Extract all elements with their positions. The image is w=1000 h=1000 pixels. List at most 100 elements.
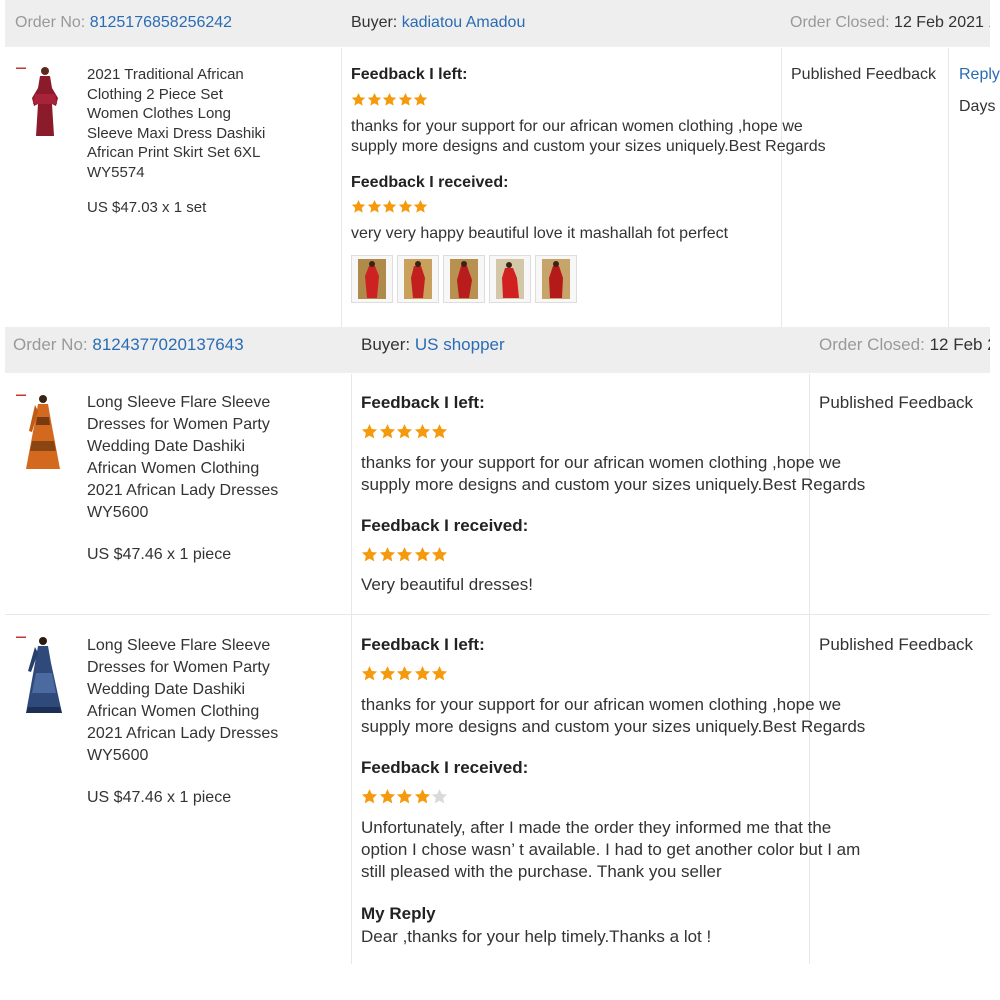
star-icon xyxy=(367,92,381,106)
order-number-label: Order No: xyxy=(15,14,86,31)
text-line: thanks for your support for our african … xyxy=(361,695,842,714)
star-icon xyxy=(414,424,430,439)
product-title-line: Dresses for Women Party xyxy=(87,659,270,676)
reply-link[interactable]: Reply xyxy=(959,65,1000,85)
dress-illustration xyxy=(26,637,62,713)
product-title-line: WY5600 xyxy=(87,747,149,764)
feedback-status: Published Feedback xyxy=(791,66,936,83)
text-line: supply more designs and custom your size… xyxy=(361,717,866,736)
star-icon xyxy=(379,547,395,562)
feedback-photo[interactable] xyxy=(443,255,485,303)
product-title-line: WY5574 xyxy=(87,163,145,181)
text-line: thanks for your support for our african … xyxy=(351,118,803,135)
feedback-status: Published Feedback xyxy=(819,393,974,412)
buyer-link[interactable]: kadiatou Amadou xyxy=(402,14,526,31)
feedback-received-heading: Feedback I received: xyxy=(361,758,529,777)
star-icon xyxy=(414,789,430,804)
star-icon xyxy=(413,92,428,106)
star-icon xyxy=(361,424,378,439)
order-number-link[interactable]: 8125176858256242 xyxy=(90,14,232,31)
brand-logo: ▬▬ xyxy=(16,65,26,71)
buyer-link[interactable]: US shopper xyxy=(415,335,505,354)
star-icon xyxy=(414,547,430,562)
feedback-received-text: Unfortunately, after I made the order th… xyxy=(361,817,860,883)
order-closed-label: Order Closed: xyxy=(790,14,890,31)
feedback-left-text: thanks for your support for our african … xyxy=(361,694,865,738)
feedback-status: Published Feedback xyxy=(819,635,974,654)
product-title-line: Women Clothes Long xyxy=(87,105,231,122)
product-title[interactable]: Long Sleeve Flare Sleeve Dresses for Wom… xyxy=(87,635,347,767)
order-closed: Order Closed: 12 Feb 2021 xyxy=(819,335,990,355)
feedback-received-text: Very beautiful dresses! xyxy=(361,575,533,594)
product-title-line: WY5600 xyxy=(87,504,149,521)
product-image[interactable]: ▬▬ xyxy=(16,633,66,715)
star-icon xyxy=(382,199,397,213)
brand-logo: ▬▬ xyxy=(16,392,26,398)
product-title[interactable]: 2021 Traditional African Clothing 2 Piec… xyxy=(87,65,327,182)
order-number-label: Order No: xyxy=(13,335,88,354)
product-title-line: African Women Clothing xyxy=(87,703,260,720)
brand-logo: ▬▬ xyxy=(16,634,26,640)
text-line: Unfortunately, after I made the order th… xyxy=(361,818,832,837)
product-title-line: Long Sleeve Flare Sleeve xyxy=(87,637,271,654)
buyer-label: Buyer: xyxy=(361,335,411,354)
product-title-line: Clothing 2 Piece Set xyxy=(87,85,223,103)
buyer-label: Buyer: xyxy=(351,14,398,31)
feedback-received-heading: Feedback I received: xyxy=(351,174,509,191)
text-line: supply more designs and custom your size… xyxy=(361,475,866,494)
my-reply-text: Dear ,thanks for your help timely.Thanks… xyxy=(361,927,712,946)
star-icon xyxy=(431,789,448,804)
star-icon xyxy=(379,666,395,681)
star-icon xyxy=(431,424,448,439)
star-icon xyxy=(431,547,448,562)
rating-stars xyxy=(351,92,429,107)
feedback-left-heading: Feedback I left: xyxy=(361,635,485,654)
feedback-photo[interactable] xyxy=(397,255,439,303)
product-image[interactable]: ▬▬ xyxy=(16,391,66,471)
feedback-photo[interactable] xyxy=(535,255,577,303)
my-reply-heading: My Reply xyxy=(361,904,436,923)
product-title[interactable]: Long Sleeve Flare Sleeve Dresses for Wom… xyxy=(87,392,347,524)
feedback-photo[interactable] xyxy=(351,255,393,303)
star-icon xyxy=(382,92,397,106)
order-number-link[interactable]: 8124377020137643 xyxy=(92,335,243,354)
order-number: Order No: 8124377020137643 xyxy=(13,335,244,355)
product-image[interactable]: ▬▬ xyxy=(16,64,66,136)
feedback-left-text: thanks for your support for our african … xyxy=(351,117,826,157)
star-icon xyxy=(351,92,366,106)
star-icon xyxy=(398,92,412,106)
days-label: Days xyxy=(959,98,996,115)
product-title-line: 2021 African Lady Dresses xyxy=(87,725,279,742)
star-icon xyxy=(396,666,413,681)
star-icon xyxy=(431,666,448,681)
star-icon xyxy=(361,666,378,681)
divider xyxy=(341,48,342,327)
order-closed-date: 12 Feb 2021 16:33 xyxy=(894,14,990,31)
feedback-photo[interactable] xyxy=(489,255,531,303)
feedback-received-text: very very happy beautiful love it mashal… xyxy=(351,225,729,242)
row-divider xyxy=(5,614,990,615)
star-icon xyxy=(396,789,413,804)
product-title-line: Long Sleeve Flare Sleeve xyxy=(87,394,271,411)
product-title-line: Wedding Date Dashiki xyxy=(87,438,246,455)
order-number: Order No: 8125176858256242 xyxy=(15,13,232,33)
star-icon xyxy=(379,424,395,439)
star-icon xyxy=(396,547,413,562)
star-icon xyxy=(351,199,366,213)
text-line: option I chose wasn’ t available. I had … xyxy=(361,840,861,859)
product-price: US $47.46 x 1 piece xyxy=(87,789,232,806)
divider xyxy=(948,48,949,327)
order-closed-label: Order Closed: xyxy=(819,335,925,354)
star-icon xyxy=(379,789,395,804)
product-title-line: 2021 African Lady Dresses xyxy=(87,482,279,499)
rating-stars xyxy=(361,423,449,440)
text-line: still pleased with the purchase. Thank y… xyxy=(361,862,722,881)
product-title-line: 2021 Traditional African xyxy=(87,66,244,83)
star-icon xyxy=(361,789,378,804)
feedback-left-heading: Feedback I left: xyxy=(361,393,485,412)
product-price: US $47.46 x 1 piece xyxy=(87,546,232,563)
feedback-left-text: thanks for your support for our african … xyxy=(361,452,865,496)
order-closed: Order Closed: 12 Feb 2021 16:33 xyxy=(790,13,990,33)
divider xyxy=(351,374,352,964)
star-icon xyxy=(414,666,430,681)
